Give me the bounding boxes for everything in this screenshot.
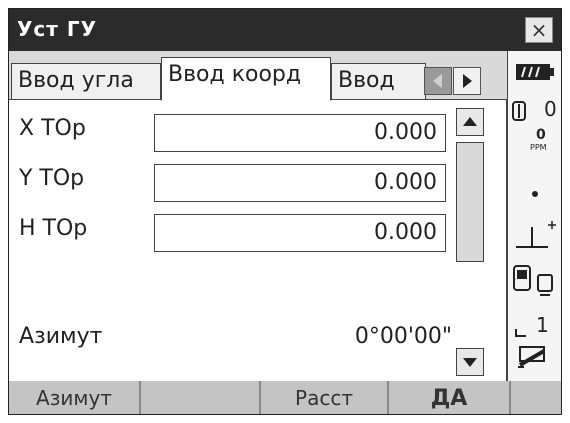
input-mode-icon bbox=[518, 346, 546, 368]
tilt-icon bbox=[516, 221, 556, 248]
ppm-unit: PPM bbox=[530, 143, 547, 152]
prism-icon bbox=[512, 101, 526, 121]
x-label: X ТОр bbox=[19, 116, 86, 141]
battery-icon bbox=[516, 64, 554, 80]
arrow-left-icon bbox=[433, 74, 442, 88]
x-field[interactable]: 0.000 bbox=[154, 114, 446, 152]
tab-bar: Ввод угла Ввод коорд Ввод bbox=[9, 51, 509, 101]
prism-constant-value: 0 bbox=[544, 97, 557, 121]
softkey-bar: Азимут Расст ДА bbox=[9, 381, 561, 414]
instrument-icon bbox=[513, 265, 553, 296]
azimuth-value: 0°00'00" bbox=[354, 324, 452, 349]
softkey-empty-1[interactable] bbox=[141, 381, 261, 414]
level-value: 1 bbox=[536, 313, 549, 337]
title-bar: Уст ГУ × bbox=[9, 9, 561, 51]
scroll-down-button[interactable] bbox=[456, 348, 484, 376]
h-label: H ТОр bbox=[19, 216, 88, 241]
softkey-ok-button[interactable]: ДА bbox=[389, 381, 511, 414]
vertical-scrollbar[interactable] bbox=[456, 108, 486, 380]
softkey-empty-2[interactable] bbox=[511, 381, 561, 414]
arrow-right-icon bbox=[463, 74, 472, 88]
status-sidebar: 0 0 PPM 1 bbox=[507, 51, 561, 381]
arrow-down-icon bbox=[463, 358, 477, 367]
dot-icon bbox=[532, 191, 538, 197]
window-title: Уст ГУ bbox=[17, 17, 97, 41]
softkey-distance-button[interactable]: Расст bbox=[261, 381, 389, 414]
close-button[interactable]: × bbox=[525, 17, 553, 43]
tab-scroll-right-button[interactable] bbox=[453, 67, 481, 95]
tab-input-more[interactable]: Ввод bbox=[331, 63, 426, 99]
tab-angle-input[interactable]: Ввод угла bbox=[11, 63, 161, 99]
arrow-up-icon bbox=[463, 117, 477, 126]
level-icon bbox=[515, 329, 526, 337]
y-label: Y ТОр bbox=[19, 166, 85, 191]
h-field[interactable]: 0.000 bbox=[154, 214, 446, 252]
scroll-up-button[interactable] bbox=[456, 108, 484, 136]
tab-coord-input[interactable]: Ввод коорд bbox=[161, 57, 331, 101]
tab-scroll-left-button[interactable] bbox=[424, 67, 452, 95]
scroll-thumb[interactable] bbox=[456, 142, 484, 262]
coordinate-panel: X ТОр 0.000 Y ТОр 0.000 H ТОр 0.000 Азим… bbox=[9, 99, 507, 381]
instrument-screen: Уст ГУ × Ввод угла Ввод коорд Ввод X ТОр… bbox=[8, 8, 562, 415]
softkey-azimuth-button[interactable]: Азимут bbox=[9, 381, 141, 414]
ppm-value: 0 bbox=[536, 127, 546, 143]
azimuth-label: Азимут bbox=[19, 324, 103, 349]
y-field[interactable]: 0.000 bbox=[154, 164, 446, 202]
